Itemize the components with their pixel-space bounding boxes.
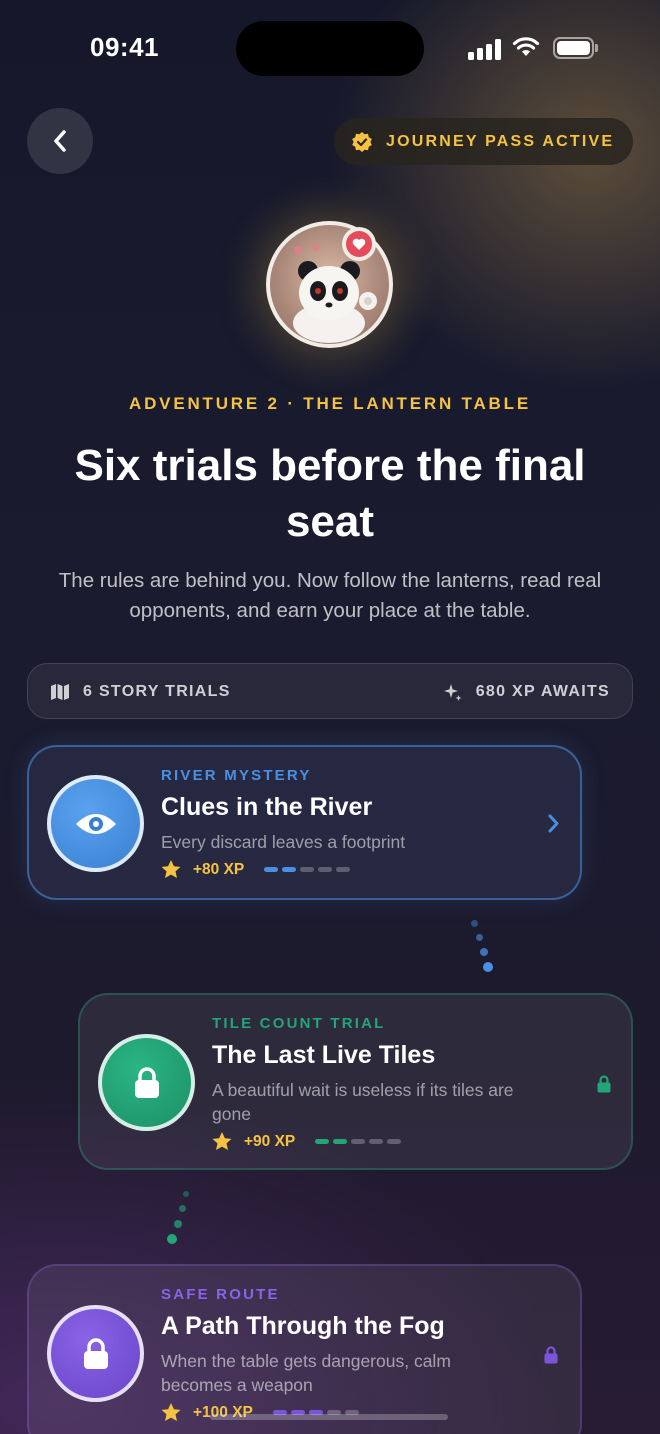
trial-title: A Path Through the Fog — [161, 1312, 445, 1340]
trial-progress — [315, 1139, 402, 1144]
chevron-right-icon[interactable] — [548, 814, 560, 833]
path-dot — [476, 934, 483, 941]
back-button[interactable] — [27, 108, 93, 174]
star-icon — [212, 1132, 232, 1150]
trial-title: The Last Live Tiles — [212, 1041, 436, 1069]
trial-card-river-mystery[interactable]: RIVER MYSTERY Clues in the River Every d… — [27, 745, 582, 900]
trial-card-tile-count[interactable]: TILE COUNT TRIAL The Last Live Tiles A b… — [78, 993, 633, 1170]
trial-reward: +80 XP — [161, 860, 351, 879]
chevron-left-icon — [54, 130, 66, 152]
lock-icon — [83, 1337, 108, 1369]
trial-description: Every discard leaves a footprint — [161, 832, 406, 852]
wifi-icon — [512, 36, 540, 58]
favorite-badge — [342, 227, 376, 261]
path-dot — [483, 962, 493, 972]
dynamic-island — [236, 21, 424, 76]
trial-card-safe-route[interactable]: SAFE ROUTE A Path Through the Fog When t… — [27, 1264, 582, 1434]
trial-icon-circle — [98, 1034, 195, 1131]
home-indicator[interactable] — [210, 1414, 448, 1420]
page-title: Six trials before the final seat — [74, 441, 586, 546]
path-dot — [167, 1234, 177, 1244]
path-dot — [174, 1220, 182, 1228]
trial-kicker: RIVER MYSTERY — [161, 767, 312, 784]
sparkle-icon — [443, 684, 462, 701]
cellular-signal-icon — [468, 38, 502, 60]
xp-awaits-label: 680 XP AWAITS — [475, 683, 610, 700]
path-dot — [480, 948, 488, 956]
trial-kicker: TILE COUNT TRIAL — [212, 1015, 386, 1032]
path-dot — [183, 1191, 189, 1197]
lock-status-icon — [597, 1075, 611, 1093]
trial-progress — [264, 867, 351, 872]
path-dot — [471, 920, 478, 927]
star-icon — [161, 1403, 181, 1421]
trial-kicker: SAFE ROUTE — [161, 1286, 280, 1303]
page-subtitle: The rules are behind you. Now follow the… — [58, 569, 602, 622]
star-icon — [161, 860, 181, 878]
heart-icon — [346, 231, 372, 257]
lock-icon — [134, 1066, 159, 1098]
trial-title: Clues in the River — [161, 793, 373, 821]
journey-pass-label: JOURNEY PASS ACTIVE — [386, 132, 615, 150]
xp-awaits: 680 XP AWAITS — [443, 664, 610, 720]
trial-xp: +80 XP — [193, 860, 245, 878]
trial-reward: +90 XP — [212, 1132, 402, 1151]
battery-icon — [553, 37, 599, 59]
adventure-eyebrow: ADVENTURE 2 · THE LANTERN TABLE — [129, 394, 531, 413]
trial-description: When the table gets dangerous, calm beco… — [161, 1351, 451, 1395]
trial-icon-circle — [47, 1305, 144, 1402]
trial-xp: +90 XP — [244, 1132, 296, 1150]
trial-description: A beautiful wait is useless if its tiles… — [212, 1080, 514, 1124]
map-icon — [51, 684, 69, 700]
verified-badge-icon — [352, 131, 372, 152]
path-dot — [179, 1205, 186, 1212]
trials-count-label: 6 STORY TRIALS — [83, 683, 231, 700]
journey-pass-badge[interactable]: JOURNEY PASS ACTIVE — [334, 118, 633, 165]
status-time: 09:41 — [90, 32, 159, 62]
trial-icon-circle — [47, 775, 144, 872]
lock-status-icon — [544, 1346, 558, 1364]
stats-bar: 6 STORY TRIALS 680 XP AWAITS — [27, 663, 633, 719]
eye-icon — [75, 813, 116, 834]
trials-count: 6 STORY TRIALS — [50, 664, 231, 720]
